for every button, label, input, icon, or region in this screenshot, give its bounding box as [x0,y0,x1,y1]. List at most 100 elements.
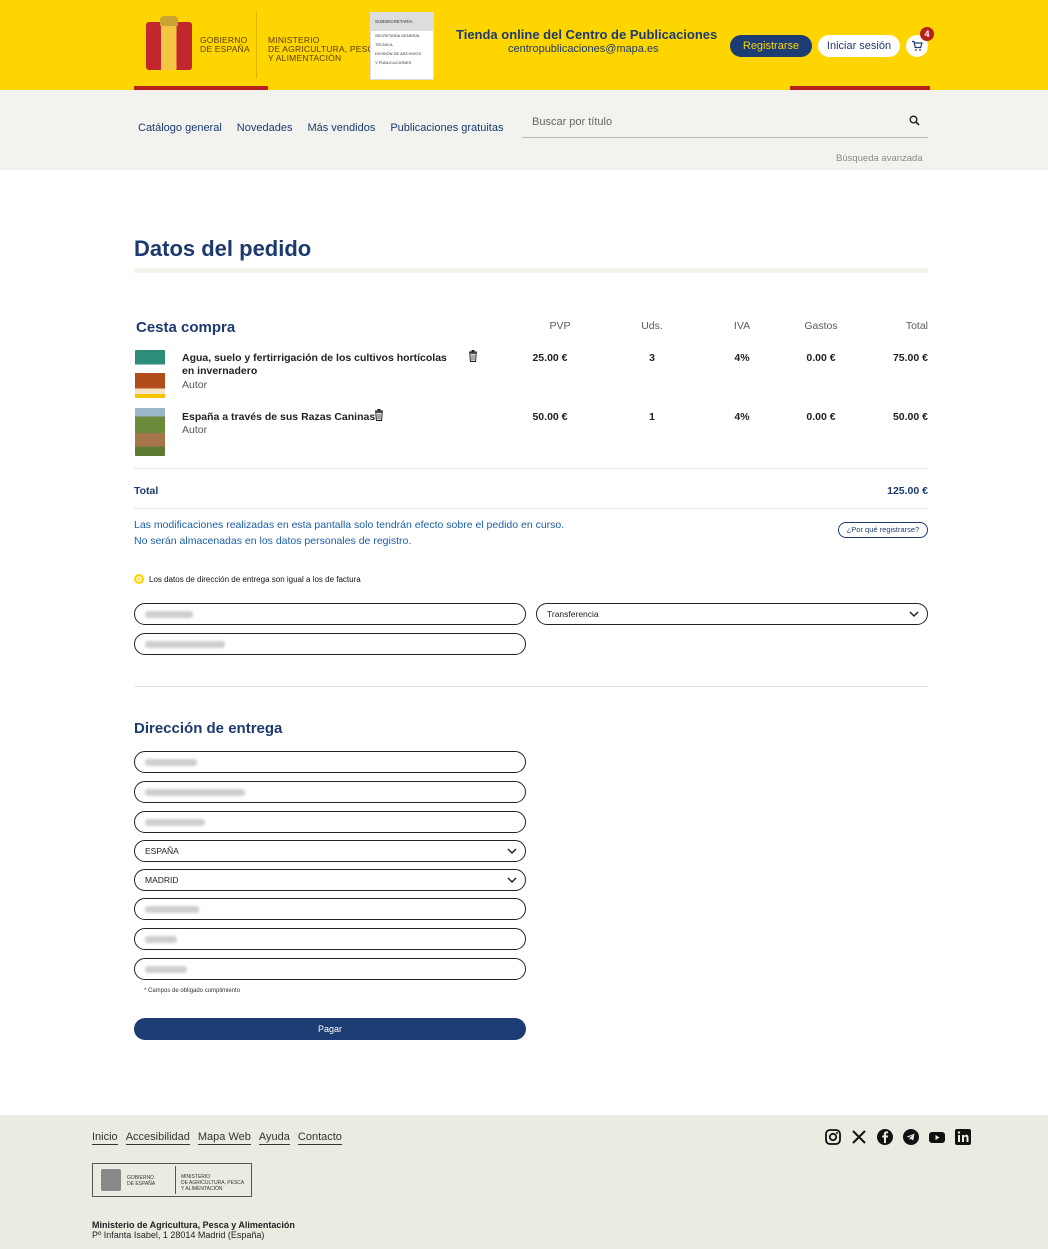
delivery-name-field[interactable] [134,751,526,773]
pay-button[interactable]: Pagar [134,1018,526,1040]
item-units: 1 [649,411,655,423]
ministry-text-line: Y ALIMENTACIÓN [268,53,342,63]
cart-total-value: 125.00 € [887,485,928,497]
gov-text-line: DE ESPAÑA [200,44,250,54]
delivery-postal-code-field[interactable] [134,928,526,950]
footer-ministry-logo[interactable]: GOBIERNO DE ESPAÑA MINISTERIO DE AGRICUL… [92,1163,252,1197]
chevron-down-icon [909,611,919,618]
facebook-icon[interactable] [876,1128,894,1146]
footer-link-accesibilidad[interactable]: Accesibilidad [125,1130,190,1145]
ministry-logo-text[interactable]: MINISTERIO DE AGRICULTURA, PESCA Y ALIME… [268,36,380,63]
gobierno-logo[interactable]: GOBIERNO DE ESPAÑA [134,10,256,74]
page-title: Datos del pedido [134,236,312,261]
product-author: Autor [182,379,208,391]
product-title[interactable]: España a través de sus Razas Caninas [182,411,375,424]
footer-link-mapa-web[interactable]: Mapa Web [197,1130,251,1145]
youtube-icon[interactable] [928,1128,946,1146]
notice-line: No serán almacenadas en los datos person… [134,535,412,547]
subsecretaria-line: SECRETARÍA GENERAL [375,33,421,38]
nav-link-catalogo[interactable]: Catálogo general [138,122,222,134]
blurred-value [145,789,245,796]
delivery-city-field[interactable] [134,898,526,920]
province-select[interactable]: MADRID [134,869,526,891]
trash-icon[interactable] [374,409,384,421]
product-title[interactable]: Agua, suelo y fertirrigación de los cult… [182,352,462,378]
cart-heading: Cesta compra [136,319,236,336]
column-header-gastos: Gastos [804,320,838,332]
x-icon[interactable] [850,1128,868,1146]
radio-selected-icon[interactable] [134,574,144,584]
telegram-icon[interactable] [902,1128,920,1146]
why-register-button[interactable]: ¿Por qué registrarse? [838,522,928,538]
notice-line: Las modificaciones realizadas en esta pa… [134,519,565,531]
delivery-address-field[interactable] [134,811,526,833]
product-thumbnail[interactable] [135,408,165,456]
store-title: Tienda online del Centro de Publicacione… [456,27,718,42]
country-value: ESPAÑA [145,846,179,856]
section-divider [134,686,928,687]
search-icon[interactable] [909,115,920,126]
blurred-value [145,641,225,648]
blurred-value [145,611,193,618]
column-header-pvp: PVP [549,320,571,332]
search-input[interactable] [532,112,892,132]
subsecretaria-line: TÉCNICA [375,42,393,47]
linkedin-icon[interactable] [954,1128,972,1146]
title-divider [134,268,928,273]
product-title-line: en invernadero [182,365,258,377]
column-header-iva: IVA [733,320,751,332]
cart-total-label: Total [134,485,159,497]
blurred-value [145,936,177,943]
ministry-name: Ministerio de Agricultura, Pesca y Alime… [92,1220,295,1230]
footer-link-contacto[interactable]: Contacto [297,1130,342,1145]
delivery-heading: Dirección de entrega [134,720,283,737]
nav-link-gratuitas[interactable]: Publicaciones gratuitas [390,122,503,134]
billing-email-field[interactable] [134,633,526,655]
nav-link-mas-vendidos[interactable]: Más vendidos [307,122,375,134]
store-email-link[interactable]: centropublicaciones@mapa.es [508,43,659,55]
billing-phone-field[interactable] [134,603,526,625]
divider [256,12,257,78]
product-thumbnail[interactable] [135,350,165,398]
logo-text-line: Y ALIMENTACIÓN [181,1186,223,1192]
country-select[interactable]: ESPAÑA [134,840,526,862]
required-fields-note: * Campos de obligado cumplimiento [144,988,241,994]
item-gastos: 0.00 € [806,352,836,364]
subsecretaria-line: DIVISIÓN DE ARCHIVOS [375,51,422,56]
register-button[interactable]: Registrarse [730,35,812,57]
subsecretaria-line: Y PUBLICACIONES [375,60,412,65]
item-total: 75.00 € [892,352,928,364]
payment-method-value: Transferencia [547,609,599,619]
coat-of-arms-icon [101,1169,121,1191]
nav-links: Catálogo general Novedades Más vendidos … [138,122,503,134]
delivery-surname-field[interactable] [134,781,526,803]
column-header-uds: Uds. [641,320,663,332]
blurred-value [145,819,205,826]
modification-notice: Las modificaciones realizadas en esta pa… [134,517,564,549]
same-address-label: Los datos de dirección de entrega son ig… [149,574,361,584]
item-iva: 4% [734,411,750,423]
instagram-icon[interactable] [824,1128,842,1146]
item-gastos: 0.00 € [806,411,836,423]
same-address-option[interactable]: Los datos de dirección de entrega son ig… [134,574,361,584]
advanced-search-link[interactable]: Búsqueda avanzada [836,153,923,164]
coat-of-arms-icon [146,16,192,70]
footer-link-inicio[interactable]: Inicio [92,1130,118,1145]
footer-link-ayuda[interactable]: Ayuda [258,1130,290,1145]
cart-icon [912,40,923,51]
divider [134,468,928,469]
column-header-total: Total [905,320,928,332]
login-button[interactable]: Iniciar sesión [818,35,900,57]
payment-method-select[interactable]: Transferencia [536,603,928,625]
top-header: GOBIERNO DE ESPAÑA MINISTERIO DE AGRICUL… [0,0,1048,90]
chevron-down-icon [507,877,517,884]
item-pvp: 50.00 € [532,411,568,423]
trash-icon[interactable] [468,350,478,362]
blurred-value [145,759,197,766]
divider [134,508,928,509]
delivery-phone-field[interactable] [134,958,526,980]
cart-count-badge: 4 [920,27,934,41]
item-units: 3 [649,352,655,364]
nav-link-novedades[interactable]: Novedades [237,122,293,134]
footer-links: Inicio Accesibilidad Mapa Web Ayuda Cont… [92,1130,342,1145]
